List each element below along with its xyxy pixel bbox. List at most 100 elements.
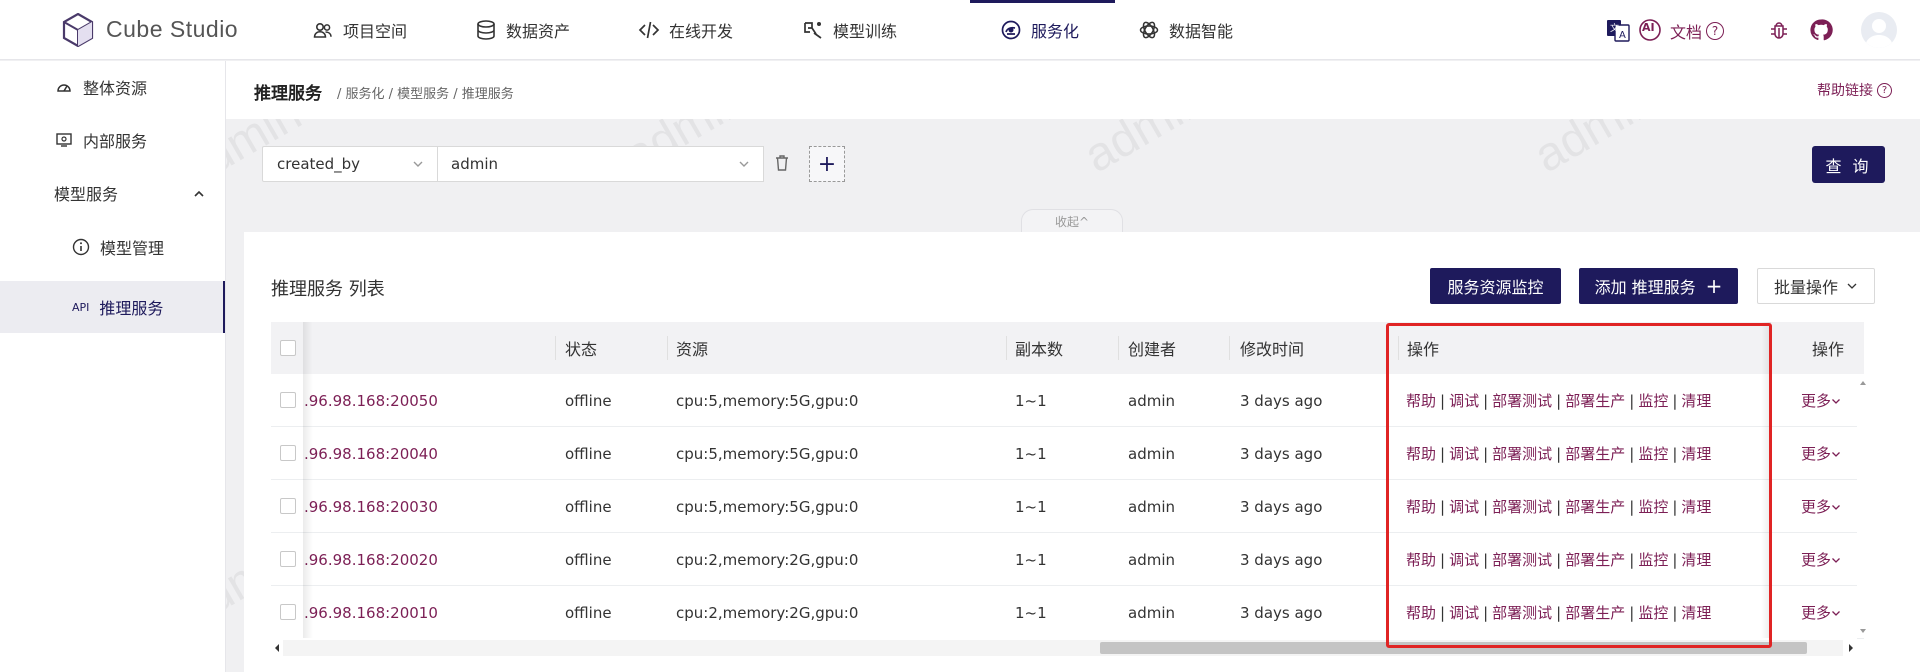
- more-dropdown[interactable]: 更多: [1801, 480, 1841, 533]
- creator-cell: admin: [1128, 391, 1175, 410]
- help-action[interactable]: 帮助: [1406, 602, 1436, 623]
- deploy-prod-action[interactable]: 部署生产: [1565, 443, 1625, 464]
- column-header-creator[interactable]: 创建者: [1128, 322, 1176, 374]
- nav-item-service[interactable]: 服务化: [970, 0, 1115, 60]
- inference-service-table: 状态 资源 副本数 创建者 修改时间 操作 操作 .96.98.168:2005…: [271, 322, 1864, 640]
- sidebar-item-overall-resources[interactable]: 整体资源: [0, 61, 225, 113]
- help-action[interactable]: 帮助: [1406, 496, 1436, 517]
- row-checkbox[interactable]: [280, 604, 296, 620]
- row-checkbox[interactable]: [280, 551, 296, 567]
- docs-link[interactable]: 文档 ?: [1670, 19, 1760, 43]
- debug-action[interactable]: 调试: [1449, 602, 1479, 623]
- vertical-scrollbar[interactable]: [1857, 375, 1869, 637]
- table-row: .96.98.168:20020 offline cpu:2,memory:2G…: [271, 533, 1864, 586]
- more-dropdown[interactable]: 更多: [1801, 586, 1841, 639]
- monitor-action[interactable]: 监控: [1638, 443, 1668, 464]
- column-header-status[interactable]: 状态: [565, 322, 597, 374]
- deploy-test-action[interactable]: 部署测试: [1492, 443, 1552, 464]
- creator-cell: admin: [1128, 603, 1175, 622]
- monitor-action[interactable]: 监控: [1638, 602, 1668, 623]
- debug-action[interactable]: 调试: [1449, 496, 1479, 517]
- row-checkbox[interactable]: [280, 445, 296, 461]
- deploy-prod-action[interactable]: 部署生产: [1565, 549, 1625, 570]
- monitor-action[interactable]: 监控: [1638, 496, 1668, 517]
- help-action[interactable]: 帮助: [1406, 443, 1436, 464]
- github-icon[interactable]: [1808, 17, 1834, 43]
- deploy-prod-action[interactable]: 部署生产: [1565, 390, 1625, 411]
- breadcrumb[interactable]: / 服务化 / 模型服务 / 推理服务: [337, 83, 514, 102]
- status-cell: offline: [565, 391, 612, 410]
- service-host-link[interactable]: .96.98.168:20040: [304, 427, 438, 480]
- nav-item-data-intelligence[interactable]: 数据智能: [1115, 0, 1285, 60]
- sidebar-item-model-management[interactable]: 模型管理: [0, 221, 225, 273]
- user-avatar[interactable]: [1861, 12, 1897, 48]
- more-dropdown[interactable]: 更多: [1801, 374, 1841, 427]
- deploy-prod-action[interactable]: 部署生产: [1565, 496, 1625, 517]
- debug-action[interactable]: 调试: [1449, 443, 1479, 464]
- api-icon: API: [72, 300, 90, 314]
- translate-icon[interactable]: 文A: [1605, 17, 1631, 43]
- nav-item-projects[interactable]: 项目空间: [312, 0, 475, 60]
- action-separator: |: [1483, 444, 1489, 463]
- more-dropdown[interactable]: 更多: [1801, 533, 1841, 586]
- monitor-action[interactable]: 监控: [1638, 549, 1668, 570]
- help-action[interactable]: 帮助: [1406, 549, 1436, 570]
- more-dropdown[interactable]: 更多: [1801, 427, 1841, 480]
- monitor-action[interactable]: 监控: [1638, 390, 1668, 411]
- sidebar-item-inference-service[interactable]: API 推理服务: [0, 281, 225, 333]
- nav-item-online-dev[interactable]: 在线开发: [638, 0, 802, 60]
- resource-cell: cpu:5,memory:5G,gpu:0: [676, 444, 859, 463]
- horizontal-scrollbar[interactable]: [271, 638, 1857, 658]
- cleanup-action[interactable]: 清理: [1681, 390, 1711, 411]
- sidebar-item-internal-services[interactable]: 内部服务: [0, 114, 225, 166]
- collapse-filter-toggle[interactable]: 收起^: [1021, 209, 1123, 233]
- filter-value-select[interactable]: admin: [437, 146, 764, 182]
- scroll-down-arrow-icon[interactable]: [1857, 625, 1869, 637]
- service-host-link[interactable]: .96.98.168:20020: [304, 533, 438, 586]
- cleanup-action[interactable]: 清理: [1681, 443, 1711, 464]
- modified-cell: 3 days ago: [1240, 497, 1323, 516]
- deploy-prod-action[interactable]: 部署生产: [1565, 602, 1625, 623]
- service-host-link[interactable]: .96.98.168:20030: [304, 480, 438, 533]
- service-host-link[interactable]: .96.98.168:20010: [304, 586, 438, 639]
- resource-monitor-button[interactable]: 服务资源监控: [1430, 268, 1561, 304]
- deploy-test-action[interactable]: 部署测试: [1492, 390, 1552, 411]
- row-checkbox[interactable]: [280, 392, 296, 408]
- brand[interactable]: Cube Studio: [62, 0, 312, 60]
- list-panel: 推理服务 列表 服务资源监控 添加 推理服务 + 批量操作 状态 资源 副本数 …: [244, 232, 1920, 672]
- query-button[interactable]: 查 询: [1812, 146, 1885, 183]
- ai-icon[interactable]: AI: [1637, 17, 1663, 43]
- nav-item-data-assets[interactable]: 数据资产: [475, 0, 638, 60]
- sidebar-group-model-service[interactable]: 模型服务: [0, 167, 225, 219]
- column-header-modified[interactable]: 修改时间: [1240, 322, 1304, 374]
- select-all-checkbox[interactable]: [280, 340, 296, 356]
- nav-label: 服务化: [1031, 21, 1080, 41]
- debug-action[interactable]: 调试: [1449, 549, 1479, 570]
- deploy-test-action[interactable]: 部署测试: [1492, 549, 1552, 570]
- scrollbar-thumb[interactable]: [1100, 642, 1807, 654]
- help-action[interactable]: 帮助: [1406, 390, 1436, 411]
- add-filter-button[interactable]: +: [809, 146, 845, 182]
- column-header-resource[interactable]: 资源: [676, 322, 708, 374]
- cleanup-action[interactable]: 清理: [1681, 496, 1711, 517]
- trash-icon[interactable]: [773, 153, 791, 173]
- cleanup-action[interactable]: 清理: [1681, 549, 1711, 570]
- deploy-test-action[interactable]: 部署测试: [1492, 602, 1552, 623]
- help-link[interactable]: 帮助链接 ?: [1817, 80, 1892, 100]
- cleanup-action[interactable]: 清理: [1681, 602, 1711, 623]
- scroll-up-arrow-icon[interactable]: [1857, 377, 1869, 389]
- scroll-right-arrow-icon[interactable]: [1845, 638, 1857, 658]
- column-divider: [1118, 336, 1119, 360]
- modified-cell: 3 days ago: [1240, 444, 1323, 463]
- deploy-test-action[interactable]: 部署测试: [1492, 496, 1552, 517]
- batch-operations-button[interactable]: 批量操作: [1757, 268, 1875, 304]
- nav-item-model-training[interactable]: 模型训练: [802, 0, 970, 60]
- column-header-replicas[interactable]: 副本数: [1015, 322, 1063, 374]
- service-host-link[interactable]: .96.98.168:20050: [304, 374, 438, 427]
- add-inference-service-button[interactable]: 添加 推理服务 +: [1579, 268, 1738, 304]
- row-checkbox[interactable]: [280, 498, 296, 514]
- debug-action[interactable]: 调试: [1449, 390, 1479, 411]
- bug-icon[interactable]: [1766, 17, 1792, 43]
- filter-field-select[interactable]: created_by: [262, 146, 438, 182]
- scroll-left-arrow-icon[interactable]: [271, 638, 283, 658]
